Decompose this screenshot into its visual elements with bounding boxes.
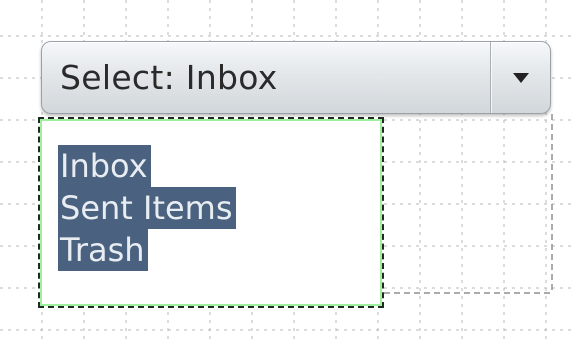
mailbox-select[interactable]: Select: Inbox (41, 41, 551, 114)
select-label: Select: Inbox (60, 58, 278, 97)
triangle-down-icon (512, 72, 529, 83)
dropdown-list: Inbox Sent Items Trash (38, 117, 384, 308)
option-sent-items[interactable]: Sent Items (58, 187, 236, 229)
dropdown-items: Inbox Sent Items Trash (58, 145, 236, 271)
option-inbox[interactable]: Inbox (58, 145, 151, 187)
select-toggle-button[interactable] (490, 42, 550, 113)
option-trash[interactable]: Trash (58, 229, 148, 271)
